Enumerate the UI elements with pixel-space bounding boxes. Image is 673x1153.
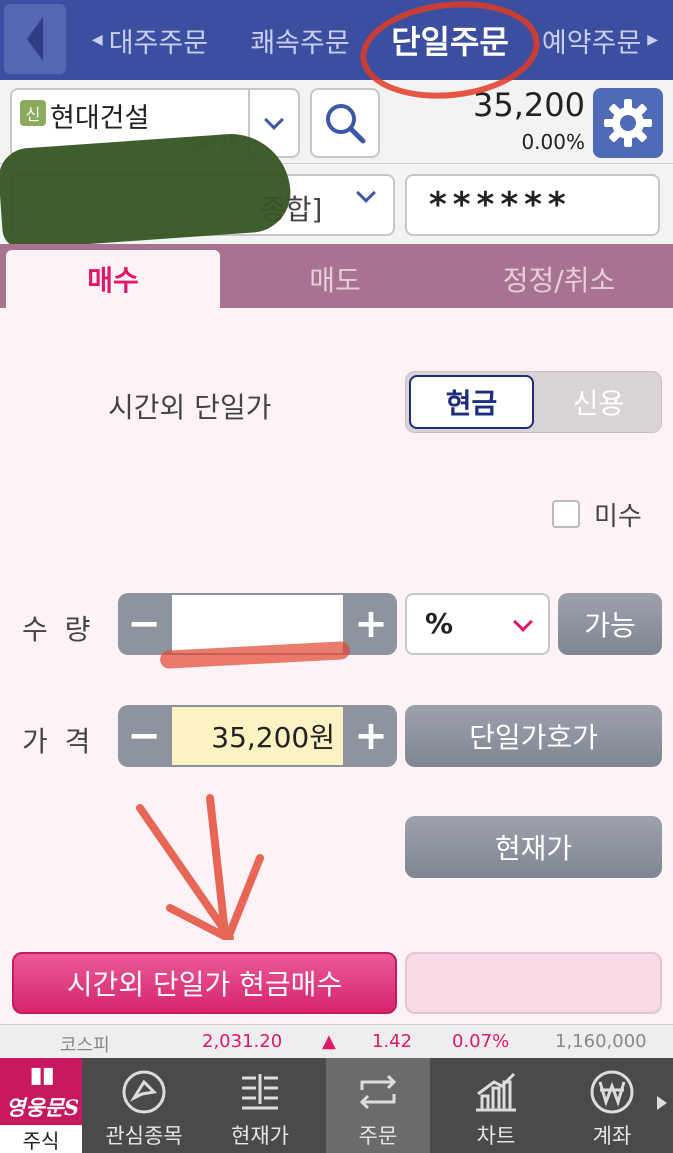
price-minus-button[interactable]: − bbox=[118, 705, 170, 767]
search-button[interactable] bbox=[310, 88, 380, 158]
chart-icon bbox=[476, 1072, 516, 1112]
account-dropdown[interactable] bbox=[356, 183, 376, 203]
bottom-nav: ▪▪ ▪▪ 영웅문S 주식 관심종목 현재가 주문 차트 계좌 bbox=[0, 1058, 673, 1153]
tab-sell[interactable]: 매도 bbox=[228, 250, 442, 308]
market-ticker: 코스피 2,031.20 ▲ 1.42 0.07% 1,160,000 bbox=[0, 1024, 673, 1058]
cash-credit-toggle: 현금 신용 bbox=[405, 371, 662, 433]
tab-major-shareholder-order[interactable]: ◀ 대주주문 bbox=[70, 0, 230, 80]
nav-chart[interactable]: 차트 bbox=[444, 1058, 548, 1153]
percent-select[interactable]: % bbox=[405, 593, 550, 655]
nav-scroll-right-icon[interactable] bbox=[657, 1096, 667, 1110]
current-price: 35,200 bbox=[473, 86, 585, 124]
search-icon bbox=[326, 104, 366, 144]
nav-watchlist[interactable]: 관심종목 bbox=[92, 1058, 196, 1153]
chevron-down-icon bbox=[513, 612, 533, 632]
ticker-change: 1.42 bbox=[372, 1031, 413, 1052]
nav-order[interactable]: 주문 bbox=[326, 1058, 430, 1153]
ticker-volume: 1,160,000 bbox=[555, 1031, 647, 1052]
tab-modify-cancel[interactable]: 정정/취소 bbox=[450, 250, 668, 308]
quantity-minus-button[interactable]: − bbox=[118, 593, 170, 655]
star-circle-icon bbox=[122, 1070, 166, 1114]
ticker-change-pct: 0.07% bbox=[452, 1031, 510, 1052]
order-info-box bbox=[405, 952, 662, 1014]
nav-account[interactable]: 계좌 bbox=[560, 1058, 664, 1153]
ticker-index-name: 코스피 bbox=[60, 1035, 110, 1056]
available-button[interactable]: 가능 bbox=[558, 593, 662, 655]
tab-buy[interactable]: 매수 bbox=[6, 250, 220, 308]
nav-current-price[interactable]: 현재가 bbox=[208, 1058, 312, 1153]
app-logo: 영웅문S bbox=[6, 1095, 80, 1120]
single-price-quote-button[interactable]: 단일가호가 bbox=[405, 705, 662, 767]
ticker-index-value: 2,031.20 bbox=[202, 1031, 283, 1052]
order-type-label: 시간외 단일가 bbox=[108, 391, 272, 424]
won-icon bbox=[590, 1070, 634, 1114]
password-field[interactable]: ****** bbox=[405, 174, 660, 236]
gear-icon bbox=[604, 99, 652, 147]
order-swap-icon bbox=[359, 1074, 397, 1110]
submit-buy-button[interactable]: 시간외 단일가 현금매수 bbox=[12, 952, 397, 1014]
trade-tabs: 매수 매도 정정/취소 bbox=[0, 244, 673, 308]
top-tab-bar: ◀ 대주주문 쾌속주문 단일주문 예약주문 ▶ bbox=[0, 0, 673, 80]
action-bar: 시간외 단일가 현금매수 bbox=[0, 940, 673, 1024]
app-logo-button[interactable]: ▪▪ ▪▪ 영웅문S 주식 bbox=[0, 1058, 82, 1153]
scroll-right-icon[interactable]: ▶ bbox=[647, 32, 658, 48]
cash-option[interactable]: 현금 bbox=[409, 375, 534, 429]
quantity-label: 수 량 bbox=[22, 613, 95, 646]
percent-value: % bbox=[425, 607, 454, 640]
scroll-left-icon[interactable]: ◀ bbox=[92, 32, 103, 48]
price-stepper: − 35,200원 + bbox=[118, 705, 397, 767]
price-plus-button[interactable]: + bbox=[345, 705, 397, 767]
grid-icon: ▪▪ ▪▪ bbox=[30, 1061, 55, 1090]
price-input[interactable]: 35,200원 bbox=[172, 707, 343, 765]
settings-button[interactable] bbox=[593, 88, 663, 158]
order-form: 시간외 단일가 현금 신용 미수 수 량 − + % 가능 가 격 − 35,2… bbox=[0, 308, 673, 942]
quantity-plus-button[interactable]: + bbox=[345, 593, 397, 655]
misu-label: 미수 bbox=[594, 502, 642, 532]
credit-option[interactable]: 신용 bbox=[536, 372, 661, 432]
stock-name: 현대건설 bbox=[50, 103, 150, 134]
misu-checkbox[interactable] bbox=[552, 500, 580, 528]
tab-quick-order[interactable]: 쾌속주문 bbox=[230, 0, 370, 80]
chevron-down-icon bbox=[264, 110, 284, 130]
chevron-down-icon bbox=[356, 183, 376, 203]
current-price-button[interactable]: 현재가 bbox=[405, 816, 662, 878]
credit-badge: 신 bbox=[20, 100, 46, 126]
back-button[interactable] bbox=[4, 4, 66, 74]
price-list-icon bbox=[242, 1074, 278, 1110]
ticker-up-arrow-icon: ▲ bbox=[322, 1031, 336, 1052]
price-change-pct: 0.00% bbox=[521, 130, 585, 154]
logo-label: 주식 bbox=[0, 1125, 82, 1153]
redaction-scribble bbox=[0, 130, 294, 250]
price-label: 가 격 bbox=[22, 725, 95, 758]
back-arrow-icon bbox=[27, 17, 43, 61]
tab-reserved-order[interactable]: 예약주문 ▶ bbox=[530, 0, 670, 80]
annotation-arrow-icon bbox=[136, 794, 264, 942]
